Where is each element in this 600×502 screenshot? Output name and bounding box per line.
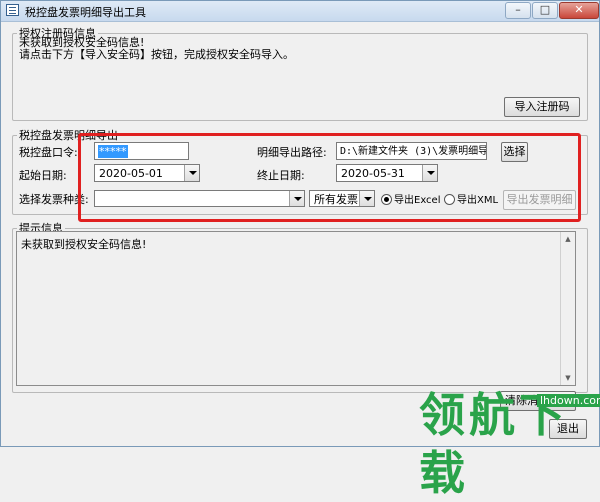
minimize-button[interactable]: – bbox=[505, 2, 531, 19]
invoice-type-label: 选择发票种类: bbox=[19, 193, 89, 206]
site-watermark: 领航下载 lhdown.com bbox=[413, 386, 600, 500]
message-log-scrollbar[interactable]: ▲ ▼ bbox=[560, 232, 575, 385]
app-icon bbox=[6, 4, 19, 16]
scroll-down-icon[interactable]: ▼ bbox=[563, 373, 573, 383]
invoice-filter-select[interactable]: 所有发票 bbox=[309, 190, 375, 207]
export-path-input[interactable]: D:\新建文件夹 (3)\发票明细导出 bbox=[336, 142, 487, 160]
export-xml-label[interactable]: 导出XML bbox=[457, 194, 498, 207]
browse-path-button[interactable]: 选择 bbox=[501, 142, 528, 162]
start-date-value: 2020-05-01 bbox=[99, 167, 163, 180]
end-date-label: 终止日期: bbox=[257, 169, 305, 182]
export-xml-radio[interactable] bbox=[444, 194, 455, 205]
export-excel-label[interactable]: 导出Excel bbox=[394, 194, 441, 207]
invoice-filter-value: 所有发票 bbox=[314, 193, 358, 206]
chevron-down-icon[interactable] bbox=[422, 165, 437, 181]
window-title: 税控盘发票明细导出工具 bbox=[25, 6, 146, 19]
app-window: 税控盘发票明细导出工具 – □ ✕ 授权注册码信息 未获取到授权安全码信息! 请… bbox=[0, 0, 600, 500]
message-log-text: 未获取到授权安全码信息! bbox=[21, 238, 147, 251]
chevron-down-icon[interactable] bbox=[289, 191, 304, 206]
message-log[interactable]: 未获取到授权安全码信息! ▲ ▼ bbox=[16, 231, 576, 386]
close-button[interactable]: ✕ bbox=[559, 2, 599, 19]
path-label: 明细导出路径: bbox=[257, 146, 327, 159]
invoice-type-select[interactable] bbox=[94, 190, 305, 207]
export-excel-radio[interactable] bbox=[381, 194, 392, 205]
chevron-down-icon[interactable] bbox=[359, 191, 374, 206]
export-group-legend: 税控盘发票明细导出 bbox=[19, 129, 118, 142]
password-label: 税控盘口令: bbox=[19, 146, 78, 159]
export-invoices-button[interactable]: 导出发票明细 bbox=[503, 190, 576, 210]
title-bar[interactable]: 税控盘发票明细导出工具 – □ ✕ bbox=[1, 1, 599, 22]
maximize-button[interactable]: □ bbox=[532, 2, 558, 19]
end-date-value: 2020-05-31 bbox=[341, 167, 405, 180]
end-date-picker[interactable]: 2020-05-31 bbox=[336, 164, 438, 182]
auth-status-line2: 请点击下方【导入安全码】按钮，完成授权安全码导入。 bbox=[19, 48, 294, 61]
chevron-down-icon[interactable] bbox=[184, 165, 199, 181]
start-date-label: 起始日期: bbox=[19, 169, 67, 182]
scroll-up-icon[interactable]: ▲ bbox=[563, 234, 573, 244]
watermark-url: lhdown.com bbox=[537, 394, 600, 407]
import-code-button[interactable]: 导入注册码 bbox=[504, 97, 580, 117]
start-date-picker[interactable]: 2020-05-01 bbox=[94, 164, 200, 182]
password-input[interactable]: ***** bbox=[94, 142, 189, 160]
password-value: ***** bbox=[98, 145, 128, 158]
